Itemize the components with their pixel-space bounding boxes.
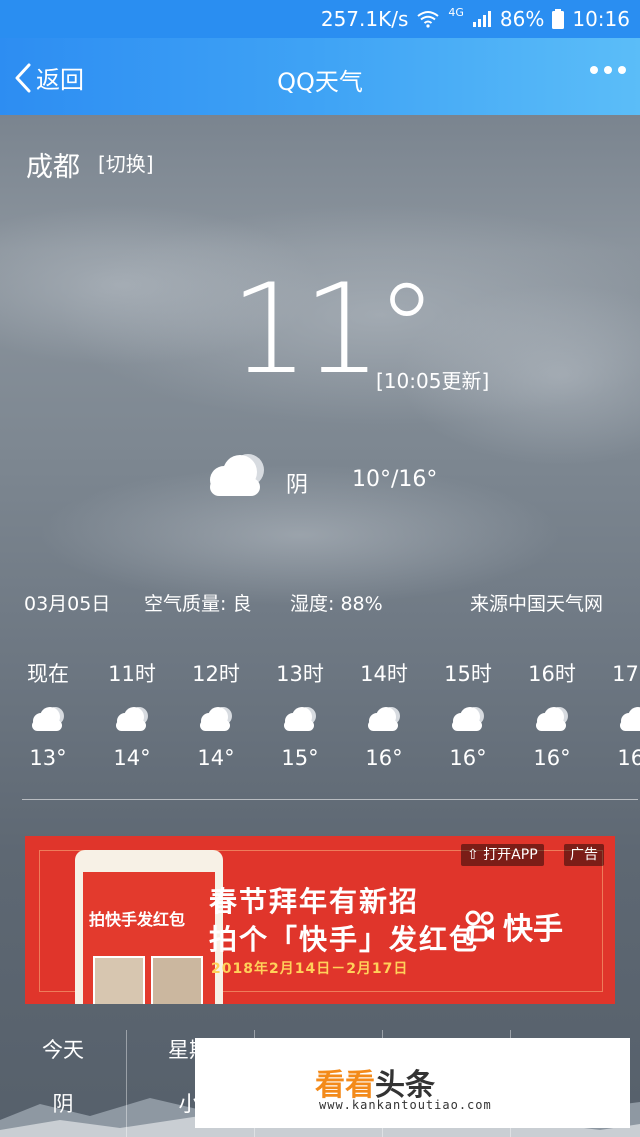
hourly-temp: 16° (449, 746, 487, 770)
cloud-icon (368, 707, 400, 731)
date-label: 03月05日 (24, 593, 111, 615)
air-quality: 空气质量: 良 (144, 593, 252, 615)
cloud-icon (284, 707, 316, 731)
wifi-icon (417, 11, 439, 28)
city-name: 成都 (26, 152, 80, 183)
hourly-item: 11时 14° (100, 658, 164, 770)
hourly-time: 16时 (528, 662, 576, 686)
data-source: 来源中国天气网 (470, 593, 604, 615)
hourly-time: 15时 (444, 662, 492, 686)
hourly-time: 14时 (360, 662, 408, 686)
kuaishou-logo-icon (465, 910, 494, 942)
hourly-temp: 14° (113, 746, 151, 770)
humidity: 湿度: 88% (290, 593, 383, 615)
hourly-time: 12时 (192, 662, 240, 686)
hourly-temp: 13° (29, 746, 67, 770)
ad-brand-name: 快手 (503, 912, 563, 947)
cloud-icon (210, 454, 264, 496)
hourly-item: 16时 16° (520, 658, 584, 770)
hourly-item: 15时 16° (436, 658, 500, 770)
switch-city-link[interactable]: [切换] (98, 148, 154, 177)
hourly-item: 14时 16° (352, 658, 416, 770)
weather-screen: 257.1K/s 4G 86% 10:16 返回 QQ天气 成都 [切换] 11… (0, 0, 640, 1137)
ad-dates: 2018年2月14日－2月17日 (211, 961, 409, 977)
hourly-item: 12时 14° (184, 658, 248, 770)
network-type: 4G (448, 6, 464, 19)
ad-tag: 广告 (564, 844, 604, 866)
hourly-temp: 15° (281, 746, 319, 770)
upload-icon: ⇧ (467, 847, 479, 863)
ad-photo (151, 956, 203, 1004)
temperature-range: 10°/16° (352, 467, 438, 492)
daily-item: 今天阴 (0, 1034, 126, 1118)
cloud-icon (32, 707, 64, 731)
hourly-temp: 14° (197, 746, 235, 770)
ad-phone-illustration: 拍快手发红包 (75, 850, 223, 1004)
divider (22, 799, 638, 800)
hourly-item: 17时 16° (604, 658, 640, 770)
ad-phone-title: 拍快手发红包 (89, 910, 186, 929)
hourly-temp: 16° (365, 746, 403, 770)
ad-banner[interactable]: 拍快手发红包 春节拜年有新招 拍个「快手」发红包 2018年2月14日－2月17… (25, 836, 615, 1004)
daily-day: 今天 (42, 1038, 84, 1062)
battery-percent: 86% (499, 7, 545, 31)
ad-brand: 快手 (463, 904, 563, 948)
app-bar: 返回 QQ天气 (0, 38, 640, 115)
open-app-button[interactable]: ⇧ 打开APP (461, 844, 544, 866)
current-condition: 阴 (286, 473, 309, 498)
cloud-icon (452, 707, 484, 731)
hourly-temp: 16° (533, 746, 571, 770)
hourly-item: 13时 15° (268, 658, 332, 770)
watermark-url: www.kankantoutiao.com (319, 1098, 492, 1112)
hourly-item: 现在 13° (16, 658, 80, 770)
ad-subheadline: 拍个「快手」发红包 (209, 923, 480, 956)
app-title: QQ天气 (277, 68, 363, 96)
ad-headline: 春节拜年有新招 (209, 885, 420, 918)
hourly-time: 现在 (27, 662, 69, 686)
signal-icon (472, 11, 491, 27)
more-dot (604, 66, 612, 74)
hourly-temp: 16° (617, 746, 640, 770)
status-bar: 257.1K/s 4G 86% 10:16 (0, 0, 640, 38)
network-speed: 257.1K/s (320, 7, 409, 31)
clock: 10:16 (572, 7, 630, 31)
ad-phone-screen: 拍快手发红包 (83, 872, 215, 1004)
cloud-icon (200, 707, 232, 731)
watermark-overlay: 看看 头条 www.kankantoutiao.com (195, 1038, 630, 1128)
more-menu-button[interactable] (590, 66, 626, 74)
hourly-time: 17时 (612, 662, 640, 686)
cloud-icon (620, 707, 640, 731)
more-dot (618, 66, 626, 74)
more-dot (590, 66, 598, 74)
hourly-time: 13时 (276, 662, 324, 686)
day-divider (126, 1030, 127, 1137)
open-app-label: 打开APP (483, 847, 538, 863)
cloud-icon (116, 707, 148, 731)
cloud-icon (536, 707, 568, 731)
update-time: [10:05更新] (376, 369, 490, 393)
battery-icon (552, 9, 565, 29)
hourly-time: 11时 (108, 662, 156, 686)
daily-weather: 阴 (52, 1092, 74, 1116)
ad-photo (93, 956, 145, 1004)
